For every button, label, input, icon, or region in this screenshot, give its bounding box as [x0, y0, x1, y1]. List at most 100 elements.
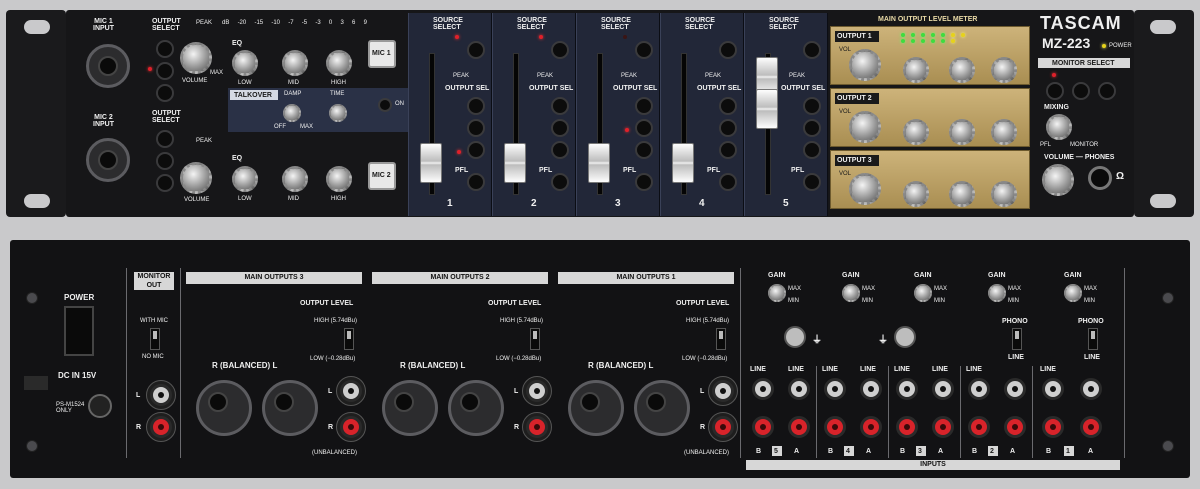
ch4-output-1-button[interactable]	[719, 97, 737, 115]
ch5-output-3-button[interactable]	[803, 141, 821, 159]
mic1-xlr-combo-jack[interactable]	[86, 44, 130, 88]
monitor-select-1-button[interactable]	[1046, 82, 1064, 100]
mic2-output-1-button[interactable]	[156, 130, 174, 148]
output-2-eq-high-knob[interactable]	[991, 119, 1017, 145]
output-2-eq-low-knob[interactable]	[903, 119, 929, 145]
in1-a-r-jack[interactable]	[1080, 416, 1102, 438]
ch2-output-3-button[interactable]	[551, 141, 569, 159]
output-2-eq-mid-knob[interactable]	[949, 119, 975, 145]
ch4-output-2-button[interactable]	[719, 119, 737, 137]
output-3-eq-high-knob[interactable]	[991, 181, 1017, 207]
mo2-rca-r[interactable]	[526, 416, 548, 438]
ch2-source-select-button[interactable]	[551, 41, 569, 59]
monitor-mixing-knob[interactable]	[1046, 114, 1072, 140]
mo3-rca-r[interactable]	[340, 416, 362, 438]
ch3-output-2-button[interactable]	[635, 119, 653, 137]
in1-b-l-jack[interactable]	[1042, 378, 1064, 400]
in4-a-r-jack[interactable]	[860, 416, 882, 438]
output-1-eq-high-knob[interactable]	[991, 57, 1017, 83]
mo3-xlr-l[interactable]	[262, 380, 318, 436]
in5-a-l-jack[interactable]	[788, 378, 810, 400]
power-switch[interactable]	[64, 306, 94, 356]
in3-b-r-jack[interactable]	[896, 416, 918, 438]
mic2-eq-low-knob[interactable]	[232, 166, 258, 192]
ch4-pfl-button[interactable]	[719, 173, 737, 191]
mo3-rca-l[interactable]	[340, 380, 362, 402]
output-3-eq-low-knob[interactable]	[903, 181, 929, 207]
dc-in-jack[interactable]	[88, 394, 112, 418]
mic1-volume-knob[interactable]	[180, 42, 212, 74]
mic2-volume-knob[interactable]	[180, 162, 212, 194]
in2-b-l-jack[interactable]	[968, 378, 990, 400]
mo1-xlr-l[interactable]	[634, 380, 690, 436]
mo3-level-switch[interactable]	[344, 328, 354, 350]
output-3-volume-knob[interactable]	[849, 173, 881, 205]
in4-b-l-jack[interactable]	[824, 378, 846, 400]
mic1-eq-high-knob[interactable]	[326, 50, 352, 76]
mic1-output-1-button[interactable]	[156, 40, 174, 58]
ch2-output-1-button[interactable]	[551, 97, 569, 115]
mo1-rca-l[interactable]	[712, 380, 734, 402]
in4-b-r-jack[interactable]	[824, 416, 846, 438]
ch1-fader[interactable]	[420, 143, 442, 183]
monitor-select-2-button[interactable]	[1072, 82, 1090, 100]
mic2-xlr-combo-jack[interactable]	[86, 138, 130, 182]
in2-gain-knob[interactable]	[988, 284, 1006, 302]
in2-a-r-jack[interactable]	[1004, 416, 1026, 438]
ch1-pfl-button[interactable]	[467, 173, 485, 191]
ch5-fader-lower[interactable]	[756, 89, 778, 129]
output-1-volume-knob[interactable]	[849, 49, 881, 81]
mic1-output-3-button[interactable]	[156, 84, 174, 102]
ground-terminal-5-4[interactable]	[784, 326, 806, 348]
ch2-output-2-button[interactable]	[551, 119, 569, 137]
ch3-fader[interactable]	[588, 143, 610, 183]
output-1-eq-mid-knob[interactable]	[949, 57, 975, 83]
mic2-output-3-button[interactable]	[156, 174, 174, 192]
ch5-output-2-button[interactable]	[803, 119, 821, 137]
ch5-pfl-button[interactable]	[803, 173, 821, 191]
mo1-level-switch[interactable]	[716, 328, 726, 350]
mo2-rca-l[interactable]	[526, 380, 548, 402]
in1-b-r-jack[interactable]	[1042, 416, 1064, 438]
phones-volume-knob[interactable]	[1042, 164, 1074, 196]
mic1-eq-mid-knob[interactable]	[282, 50, 308, 76]
output-2-volume-knob[interactable]	[849, 111, 881, 143]
talkover-on-button[interactable]	[378, 98, 392, 112]
mic2-output-2-button[interactable]	[156, 152, 174, 170]
ch1-source-select-button[interactable]	[467, 41, 485, 59]
ch4-output-3-button[interactable]	[719, 141, 737, 159]
ch5-output-1-button[interactable]	[803, 97, 821, 115]
in5-a-r-jack[interactable]	[788, 416, 810, 438]
in1-a-l-jack[interactable]	[1080, 378, 1102, 400]
output-3-eq-mid-knob[interactable]	[949, 181, 975, 207]
monitor-out-l-jack[interactable]	[150, 384, 172, 406]
in5-b-l-jack[interactable]	[752, 378, 774, 400]
mo2-xlr-l[interactable]	[448, 380, 504, 436]
in5-gain-knob[interactable]	[768, 284, 786, 302]
mic2-eq-high-knob[interactable]	[326, 166, 352, 192]
mic2-eq-mid-knob[interactable]	[282, 166, 308, 192]
ch3-source-select-button[interactable]	[635, 41, 653, 59]
in2-phono-line-switch[interactable]	[1012, 328, 1022, 350]
in4-a-l-jack[interactable]	[860, 378, 882, 400]
in3-b-l-jack[interactable]	[896, 378, 918, 400]
monitor-out-r-jack[interactable]	[150, 416, 172, 438]
ch4-source-select-button[interactable]	[719, 41, 737, 59]
in1-gain-knob[interactable]	[1064, 284, 1082, 302]
mic1-eq-low-knob[interactable]	[232, 50, 258, 76]
mo1-xlr-r[interactable]	[568, 380, 624, 436]
ch1-output-2-button[interactable]	[467, 119, 485, 137]
ch2-fader[interactable]	[504, 143, 526, 183]
ground-terminal-3-2[interactable]	[894, 326, 916, 348]
ch2-pfl-button[interactable]	[551, 173, 569, 191]
phones-jack[interactable]	[1088, 166, 1112, 190]
ch5-source-select-button[interactable]	[803, 41, 821, 59]
ch1-output-1-button[interactable]	[467, 97, 485, 115]
ch3-pfl-button[interactable]	[635, 173, 653, 191]
mo2-level-switch[interactable]	[530, 328, 540, 350]
in2-b-r-jack[interactable]	[968, 416, 990, 438]
in2-a-l-jack[interactable]	[1004, 378, 1026, 400]
ch4-fader[interactable]	[672, 143, 694, 183]
talkover-time-knob[interactable]	[329, 104, 347, 122]
in3-gain-knob[interactable]	[914, 284, 932, 302]
